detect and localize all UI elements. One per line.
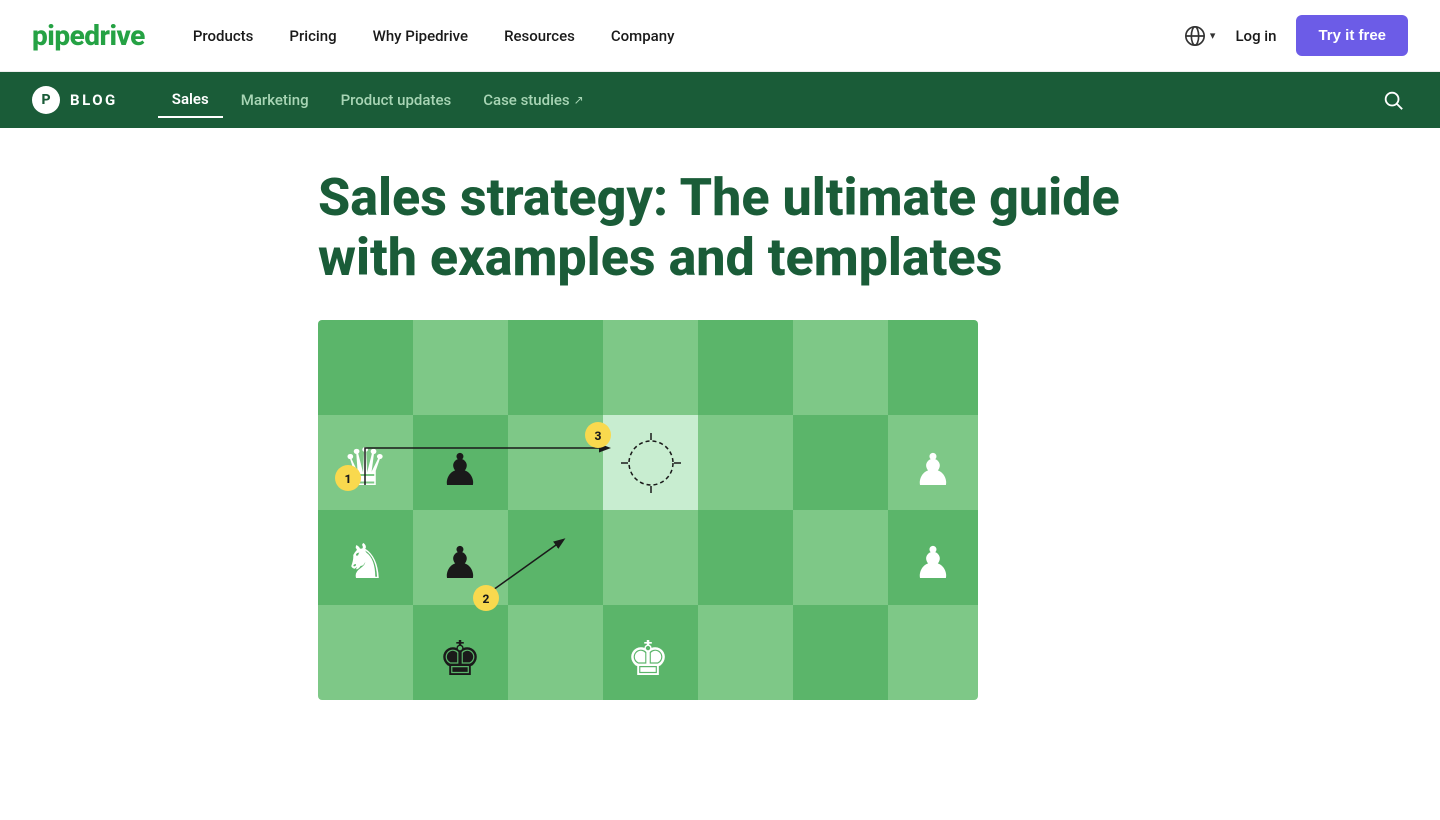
nav-products[interactable]: Products	[193, 27, 254, 45]
blog-search-button[interactable]	[1378, 85, 1408, 115]
svg-text:♟: ♟	[913, 446, 952, 495]
blog-label: BLOG	[70, 91, 118, 109]
blog-nav-marketing[interactable]: Marketing	[227, 83, 323, 117]
try-free-button[interactable]: Try it free	[1296, 15, 1408, 56]
blog-nav-links: Sales Marketing Product updates Case stu…	[158, 82, 1378, 118]
chevron-down-icon: ▾	[1210, 29, 1216, 42]
nav-why-pipedrive[interactable]: Why Pipedrive	[373, 27, 468, 45]
svg-text:♚: ♚	[626, 633, 669, 686]
svg-text:♟: ♟	[440, 446, 479, 495]
nav-links: Products Pricing Why Pipedrive Resources…	[193, 27, 1184, 45]
login-button[interactable]: Log in	[1235, 27, 1276, 45]
main-content: Sales strategy: The ultimate guide with …	[270, 128, 1170, 700]
case-studies-label: Case studies	[483, 91, 569, 109]
blog-nav-product-updates[interactable]: Product updates	[327, 83, 466, 117]
globe-icon	[1184, 25, 1206, 47]
logo[interactable]: pipedrive	[32, 19, 145, 52]
svg-text:♞: ♞	[343, 536, 386, 589]
blog-navigation: P BLOG Sales Marketing Product updates C…	[0, 72, 1440, 128]
nav-pricing[interactable]: Pricing	[289, 27, 336, 45]
svg-text:3: 3	[595, 429, 602, 443]
blog-nav-case-studies[interactable]: Case studies ↗	[469, 83, 598, 117]
blog-logo: P BLOG	[32, 86, 118, 114]
svg-text:♚: ♚	[438, 633, 481, 686]
chess-board-svg: ♛ ♟ ♟ ♞ ♟ ♟ ♚ ♚	[318, 320, 978, 700]
svg-text:♟: ♟	[440, 539, 479, 588]
article-title: Sales strategy: The ultimate guide with …	[318, 168, 1122, 288]
blog-logo-circle: P	[32, 86, 60, 114]
nav-resources[interactable]: Resources	[504, 27, 575, 45]
svg-text:2: 2	[483, 592, 490, 606]
external-link-icon: ↗	[574, 93, 584, 107]
svg-text:1: 1	[345, 472, 352, 486]
nav-company[interactable]: Company	[611, 27, 675, 45]
chess-illustration: ♛ ♟ ♟ ♞ ♟ ♟ ♚ ♚	[318, 320, 978, 700]
svg-text:♟: ♟	[913, 539, 952, 588]
nav-right: ▾ Log in Try it free	[1184, 15, 1408, 56]
logo-text: pipedrive	[32, 19, 145, 52]
blog-nav-sales[interactable]: Sales	[158, 82, 223, 118]
language-selector[interactable]: ▾	[1184, 25, 1216, 47]
search-icon	[1382, 89, 1404, 111]
top-navigation: pipedrive Products Pricing Why Pipedrive…	[0, 0, 1440, 72]
